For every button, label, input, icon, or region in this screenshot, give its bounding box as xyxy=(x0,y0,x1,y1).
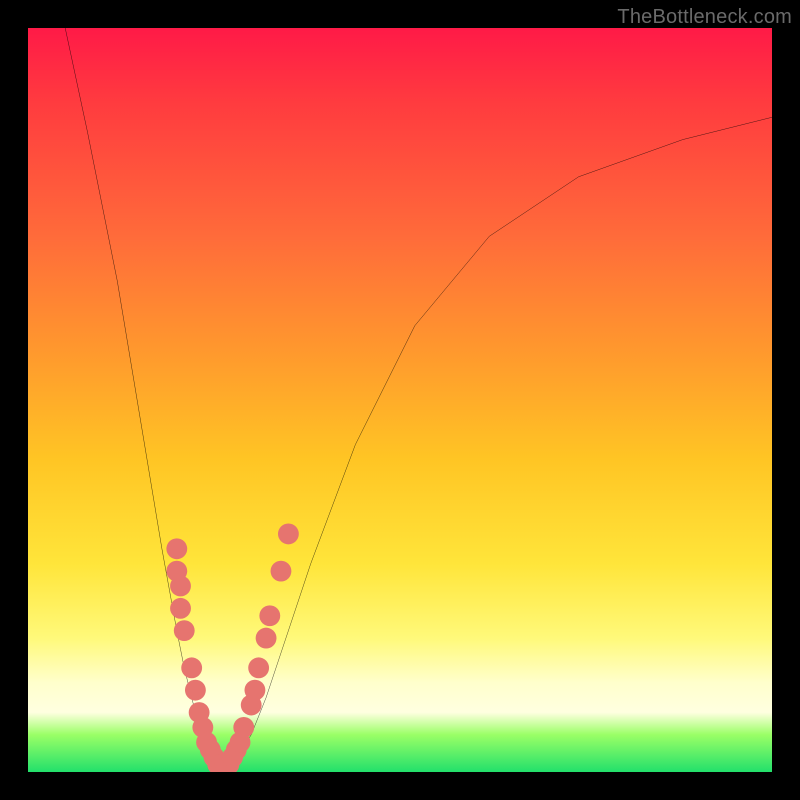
data-marker xyxy=(185,680,206,701)
data-marker xyxy=(170,598,191,619)
marker-group xyxy=(166,524,298,772)
bottleneck-curve xyxy=(65,28,772,765)
data-marker xyxy=(192,717,213,738)
data-marker xyxy=(181,657,202,678)
data-marker xyxy=(256,628,277,649)
data-marker xyxy=(278,524,299,545)
data-marker xyxy=(207,754,228,772)
data-marker xyxy=(166,538,187,559)
data-marker xyxy=(248,657,269,678)
data-marker xyxy=(271,561,292,582)
data-marker xyxy=(211,754,232,772)
data-marker xyxy=(233,717,254,738)
data-marker xyxy=(230,732,251,753)
plot-area xyxy=(28,28,772,772)
data-marker xyxy=(204,747,225,768)
data-marker xyxy=(259,605,280,626)
watermark-text: TheBottleneck.com xyxy=(617,6,792,29)
data-marker xyxy=(245,680,266,701)
data-marker xyxy=(170,576,191,597)
data-marker xyxy=(196,732,217,753)
chart-frame: TheBottleneck.com xyxy=(0,0,800,800)
data-marker xyxy=(200,739,221,760)
data-marker xyxy=(241,695,262,716)
data-marker xyxy=(226,739,247,760)
data-marker xyxy=(189,702,210,723)
data-marker xyxy=(215,754,236,772)
data-marker xyxy=(166,561,187,582)
data-marker xyxy=(174,620,195,641)
data-marker xyxy=(222,747,243,768)
curve-layer xyxy=(28,28,772,772)
data-marker xyxy=(218,754,239,772)
